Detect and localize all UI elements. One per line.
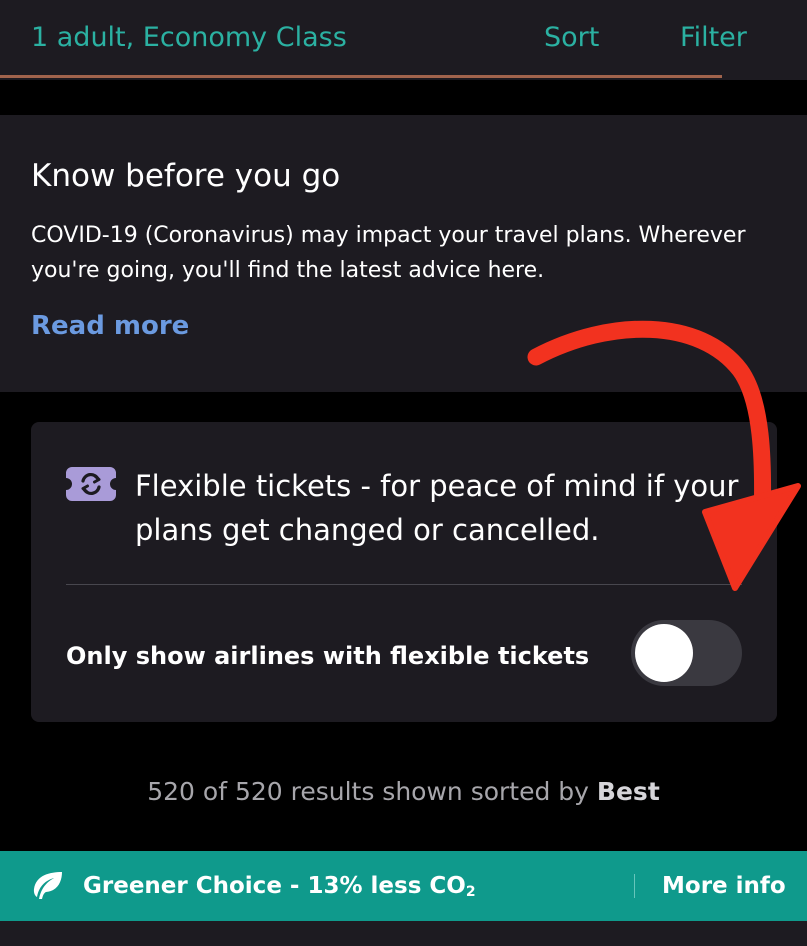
- travel-advice-card: Know before you go COVID-19 (Coronavirus…: [0, 115, 807, 392]
- sort-value: Best: [596, 777, 660, 806]
- sort-button[interactable]: Sort: [544, 22, 599, 53]
- greener-choice-banner[interactable]: Greener Choice - 13% less CO2 More info: [0, 851, 807, 921]
- next-result-card-edge: [0, 921, 807, 946]
- banner-separator: [634, 874, 635, 898]
- flexible-ticket-icon: [66, 467, 116, 501]
- flexible-tickets-card: Flexible tickets - for peace of mind if …: [31, 422, 777, 722]
- flexible-tickets-description: Flexible tickets - for peace of mind if …: [135, 469, 739, 547]
- leaf-icon: [33, 872, 62, 899]
- greener-choice-text: Greener Choice - 13% less CO2: [83, 873, 476, 900]
- greener-choice-main: Greener Choice - 13% less CO: [83, 873, 466, 899]
- toggle-knob: [635, 624, 693, 682]
- flexible-only-label: Only show airlines with flexible tickets: [66, 642, 590, 670]
- flexible-only-toggle[interactable]: [631, 620, 742, 686]
- travel-advice-body: COVID-19 (Coronavirus) may impact your t…: [31, 223, 746, 283]
- passenger-class-button[interactable]: 1 adult, Economy Class: [31, 22, 347, 53]
- results-count-text: 520 of 520 results shown sorted by: [147, 777, 597, 806]
- read-more-link[interactable]: Read more: [31, 311, 189, 341]
- divider: [66, 584, 742, 585]
- more-info-button[interactable]: More info: [662, 873, 786, 899]
- filter-button[interactable]: Filter: [680, 22, 747, 53]
- travel-advice-title: Know before you go: [31, 158, 341, 194]
- loading-progress-bar: [0, 75, 723, 78]
- top-bar: 1 adult, Economy Class Sort Filter: [0, 0, 807, 80]
- results-summary: 520 of 520 results shown sorted by Best: [0, 777, 807, 806]
- co2-subscript: 2: [465, 884, 476, 900]
